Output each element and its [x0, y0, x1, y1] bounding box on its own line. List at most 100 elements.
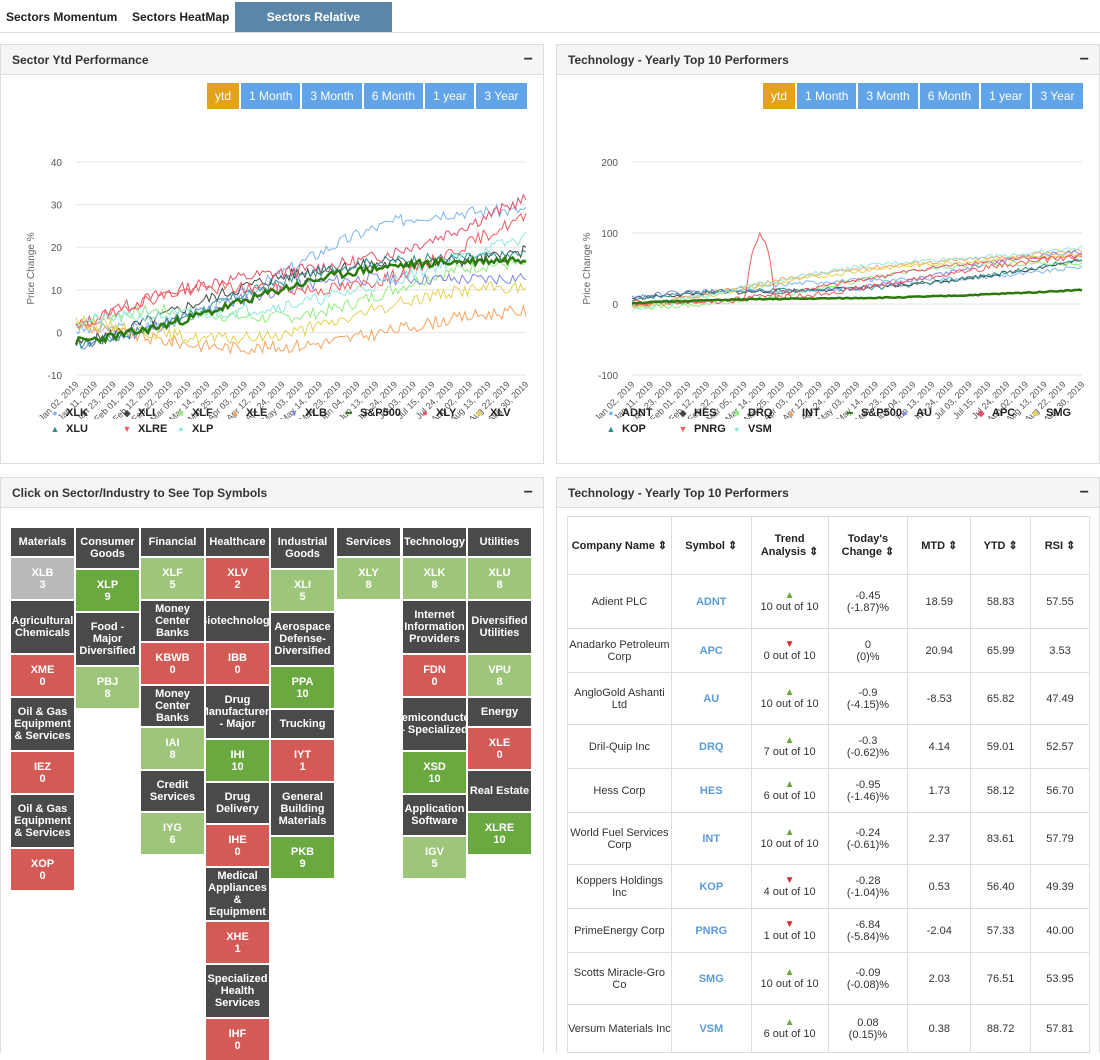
range-ytd-button[interactable]: ytd — [763, 83, 796, 109]
legend-item[interactable]: ▼ PNRG — [675, 423, 726, 435]
range-1month-button[interactable]: 1 Month — [241, 83, 301, 109]
etf-tile[interactable]: XOP 0 — [11, 849, 74, 890]
range-1year-button[interactable]: 1 year — [425, 83, 475, 109]
etf-tile[interactable]: IHI 10 — [206, 740, 269, 781]
etf-tile[interactable]: KBWB 0 — [141, 643, 204, 684]
legend-item[interactable]: ▲ KOP — [603, 423, 646, 435]
symbol-link[interactable]: PNRG — [695, 925, 727, 937]
legend-item[interactable]: ▼ XLB — [286, 407, 327, 419]
symbol-link[interactable]: SMG — [699, 973, 724, 985]
etf-tile[interactable]: IAI 8 — [141, 728, 204, 769]
etf-tile[interactable]: XLB 3 — [11, 558, 74, 599]
legend-item[interactable]: ◆ APC — [973, 407, 1016, 419]
legend-item[interactable]: ■ XLF — [173, 407, 213, 419]
sector-tile[interactable]: Food - Major Diversified — [76, 613, 139, 665]
sector-tile[interactable]: Services — [337, 528, 400, 556]
range-6month-button[interactable]: 6 Month — [919, 83, 980, 109]
sector-tile[interactable]: Application Software — [403, 795, 466, 835]
col-mtd[interactable]: MTD ⇕ — [907, 516, 972, 575]
sector-tile[interactable]: Aerospace Defense-Diversified — [271, 613, 334, 665]
etf-tile[interactable]: XLU 8 — [468, 558, 531, 599]
etf-tile[interactable]: XME 0 — [11, 655, 74, 696]
etf-tile[interactable]: XLP 9 — [76, 570, 139, 611]
etf-tile[interactable]: XSD 10 — [403, 752, 466, 793]
etf-tile[interactable]: XLK 8 — [403, 558, 466, 599]
legend-item[interactable]: ━ S&P500 — [842, 407, 902, 419]
legend-item[interactable]: ● XLY — [417, 407, 456, 419]
etf-tile[interactable]: PKB 9 — [271, 837, 334, 878]
etf-tile[interactable]: XLY 8 — [337, 558, 400, 599]
legend-item[interactable]: ■ XLV — [471, 407, 510, 419]
legend-item[interactable]: ■ DRQ — [729, 407, 772, 419]
range-3month-button[interactable]: 3 Month — [302, 83, 362, 109]
sector-tile[interactable]: Medical Appliances & Equipment — [206, 868, 269, 920]
symbol-link[interactable]: INT — [702, 833, 720, 845]
etf-tile[interactable]: XLI 5 — [271, 570, 334, 611]
col-ytd[interactable]: YTD ⇕ — [970, 516, 1032, 575]
etf-tile[interactable]: XLF 5 — [141, 558, 204, 599]
etf-tile[interactable]: IEZ 0 — [11, 752, 74, 793]
sector-tile[interactable]: Money Center Banks — [141, 601, 204, 641]
sector-tile[interactable]: Oil & Gas Equipment & Services — [11, 698, 74, 750]
sector-tile[interactable]: Industrial Goods — [271, 528, 334, 568]
sector-tile[interactable]: Biotechnology — [206, 601, 269, 641]
tab-sectors-relative-strength[interactable]: Sectors Relative Strength — [235, 2, 392, 54]
legend-item[interactable]: ▼ XLRE — [119, 423, 168, 435]
sector-tile[interactable]: Financial — [141, 528, 204, 556]
table-row[interactable]: Dril-Quip Inc DRQ ▲ 7 out of 10 -0.3 (-0.62)%… — [567, 724, 1090, 769]
symbol-link[interactable]: APC — [700, 645, 723, 657]
etf-tile[interactable]: IBB 0 — [206, 643, 269, 684]
range-ytd-button[interactable]: ytd — [207, 83, 240, 109]
symbol-link[interactable]: VSM — [699, 1023, 723, 1035]
col-company-name[interactable]: Company Name ⇕ — [567, 516, 672, 575]
legend-item[interactable]: ● XLK — [47, 407, 88, 419]
sector-tile[interactable]: Real Estate — [468, 771, 531, 811]
sector-tile[interactable]: Healthcare — [206, 528, 269, 556]
symbol-link[interactable]: DRQ — [699, 741, 723, 753]
table-row[interactable]: AngloGold Ashanti Ltd AU ▲ 10 out of 10 -0.9… — [567, 672, 1090, 725]
symbol-link[interactable]: AU — [703, 693, 719, 705]
etf-tile[interactable]: IHF 0 — [206, 1019, 269, 1060]
sector-tile[interactable]: General Building Materials — [271, 783, 334, 835]
col-rsi[interactable]: RSI ⇕ — [1030, 516, 1090, 575]
tab-sectors-heatmap[interactable]: Sectors HeatMap — [126, 2, 235, 32]
minimize-icon[interactable]: − — [1080, 478, 1089, 508]
legend-item[interactable]: ● XLP — [173, 423, 213, 435]
sector-tile[interactable]: Drug Manufacturers - Major — [206, 686, 269, 738]
sector-tile[interactable]: Agricultural Chemicals — [11, 601, 74, 653]
sector-tile[interactable]: Diversified Utilities — [468, 601, 531, 653]
sector-tile[interactable]: Trucking — [271, 710, 334, 738]
sector-tile[interactable]: Specialized Health Services — [206, 965, 269, 1017]
etf-tile[interactable]: XHE 1 — [206, 922, 269, 963]
symbol-link[interactable]: KOP — [699, 881, 723, 893]
legend-item[interactable]: ◆ HES — [675, 407, 717, 419]
etf-tile[interactable]: PBJ 8 — [76, 667, 139, 708]
sector-tile[interactable]: Credit Services — [141, 771, 204, 811]
sector-tile[interactable]: Drug Delivery — [206, 783, 269, 823]
table-row[interactable]: Versum Materials Inc VSM ▲ 6 out of 10 0.08(… — [567, 1004, 1090, 1053]
legend-item[interactable]: ▲ INT — [783, 407, 820, 419]
etf-tile[interactable]: XLRE 10 — [468, 813, 531, 854]
etf-tile[interactable]: XLV 2 — [206, 558, 269, 599]
sector-tile[interactable]: Internet Information Providers — [403, 601, 466, 653]
etf-tile[interactable]: PPA 10 — [271, 667, 334, 708]
table-row[interactable]: Scotts Miracle-Gro Co SMG ▲ 10 out of 10 -0.… — [567, 952, 1090, 1005]
legend-item[interactable]: ● AU — [897, 407, 932, 419]
table-row[interactable]: Hess Corp HES ▲ 6 out of 10 -0.95 (-1.46)% 1.7… — [567, 768, 1090, 813]
sector-tile[interactable]: Oil & Gas Equipment & Services — [11, 795, 74, 847]
range-1month-button[interactable]: 1 Month — [797, 83, 857, 109]
col-symbol[interactable]: Symbol ⇕ — [670, 516, 752, 575]
range-3year-button[interactable]: 3 Year — [1032, 83, 1083, 109]
legend-item[interactable]: ■ SMG — [1027, 407, 1071, 419]
tab-sectors-momentum[interactable]: Sectors Momentum — [0, 2, 123, 32]
symbol-link[interactable]: ADNT — [696, 596, 727, 608]
range-3year-button[interactable]: 3 Year — [476, 83, 527, 109]
legend-item[interactable]: ● VSM — [729, 423, 772, 435]
legend-item[interactable]: ━ S&P500 — [341, 407, 401, 419]
sector-tile[interactable]: Materials — [11, 528, 74, 556]
etf-tile[interactable]: IHE 0 — [206, 825, 269, 866]
etf-tile[interactable]: IGV 5 — [403, 837, 466, 878]
range-6month-button[interactable]: 6 Month — [363, 83, 424, 109]
legend-item[interactable]: ◆ XLI — [119, 407, 156, 419]
minimize-icon[interactable]: − — [1080, 45, 1089, 75]
